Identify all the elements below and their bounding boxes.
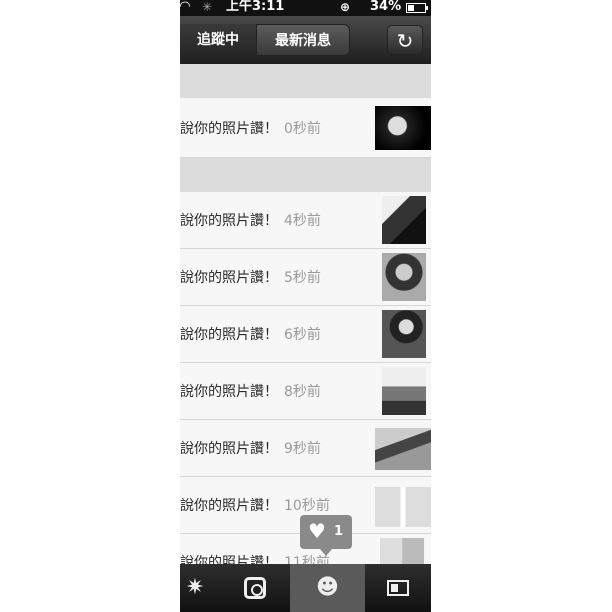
photo-thumbnail[interactable] [375,106,431,150]
tab-news-feed[interactable]: ☻ [290,564,365,612]
likes-notification-bubble[interactable]: ♥ 1 [300,515,352,556]
tab-profile[interactable] [365,564,431,612]
refresh-icon: ↻ [396,29,414,53]
list-item[interactable]: 說你的照片讚！ 9秒前 [180,420,431,477]
notification-time: 8秒前 [284,384,321,400]
wifi-icon: ◠ [180,0,190,14]
battery-tip [426,6,428,10]
explore-icon: ✷ [185,575,205,600]
notification-text: 說你的照片讚！ [180,270,278,286]
tab-bar: ✷ ☻ [180,564,431,612]
status-bar: ◠ ✳ 上午3:11 ⊕ 34% [180,0,431,16]
spinner-icon: ✳ [202,0,213,14]
nav-bar: 追蹤中 最新消息 ↻ [180,16,431,64]
refresh-button[interactable]: ↻ [387,25,423,55]
photo-thumbnail[interactable] [382,196,426,244]
notification-time: 4秒前 [284,213,321,229]
photo-thumbnail[interactable] [382,310,426,358]
heart-icon: ♥ [308,519,326,543]
notification-time: 6秒前 [284,327,321,343]
tab-explore[interactable]: ✷ [180,564,210,612]
list-item[interactable]: 說你的照片讚！ 5秒前 [180,249,431,306]
battery-percentage: 34% [370,0,402,14]
section-header [180,64,431,98]
list-item[interactable]: 說你的照片讚！ 0秒前 [180,98,431,158]
camera-icon [244,577,266,599]
photo-thumbnail[interactable] [375,428,431,470]
tab-camera[interactable] [220,564,290,612]
photo-thumbnail[interactable] [375,487,431,527]
section-header [180,158,431,192]
tab-following[interactable]: 追蹤中 [180,24,256,56]
notification-text: 說你的照片讚！ [180,384,278,400]
notification-text: 說你的照片讚！ [180,213,278,229]
rotation-lock-icon: ⊕ [340,0,351,14]
tab-news[interactable]: 最新消息 [256,24,350,56]
notification-text: 說你的照片讚！ [180,441,278,457]
phone-screen: ◠ ✳ 上午3:11 ⊕ 34% 追蹤中 最新消息 ↻ 說你的照片讚！ 0秒前 說… [180,0,431,612]
photo-thumbnail[interactable] [382,367,426,415]
notification-time: 5秒前 [284,270,321,286]
likes-count: 1 [334,524,344,539]
list-item[interactable]: 說你的照片讚！ 4秒前 [180,192,431,249]
notification-text: 說你的照片讚！ [180,327,278,343]
list-item[interactable]: 說你的照片讚！ 6秒前 [180,306,431,363]
list-item[interactable]: 說你的照片讚！ 8秒前 [180,363,431,420]
notification-time: 9秒前 [284,441,321,457]
photo-thumbnail[interactable] [382,253,426,301]
profile-icon [387,580,409,596]
news-icon: ☻ [316,575,339,600]
notification-text: 說你的照片讚！ [180,120,278,137]
notification-time: 10秒前 [284,498,330,514]
notification-text: 說你的照片讚！ [180,498,278,514]
battery-icon [406,3,426,13]
status-time: 上午3:11 [226,0,285,14]
notification-time: 0秒前 [284,120,321,137]
